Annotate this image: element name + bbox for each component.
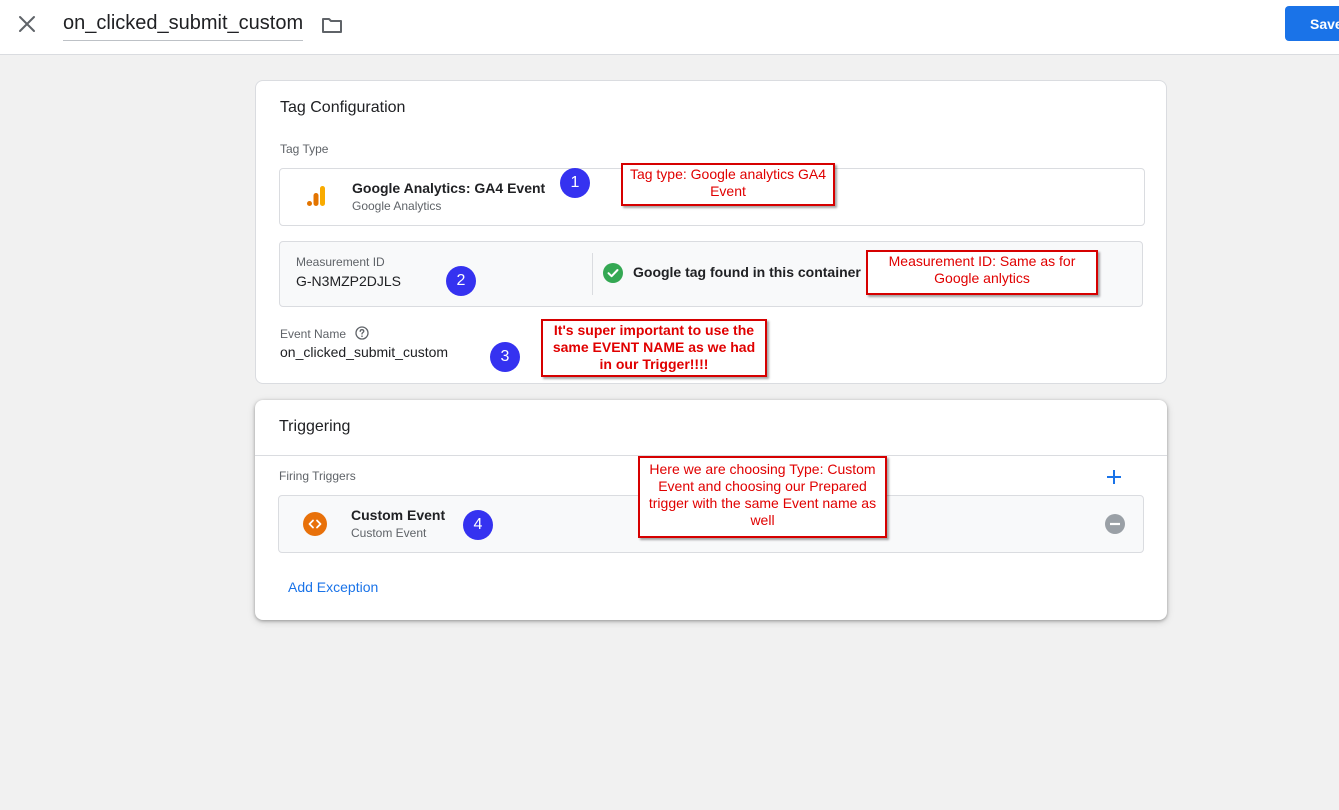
help-icon[interactable] — [355, 326, 369, 340]
minus-circle-icon[interactable] — [1105, 514, 1125, 534]
annotation-measurement-id: Measurement ID: Same as for Google anlyt… — [866, 250, 1098, 295]
folder-button[interactable] — [320, 13, 344, 37]
tag-type-label: Tag Type — [280, 142, 329, 156]
close-icon — [19, 16, 35, 32]
custom-event-icon — [303, 512, 327, 536]
annotation-trigger: Here we are choosing Type: Custom Event … — [638, 456, 887, 538]
add-trigger-button[interactable] — [1104, 467, 1124, 487]
step-badge-4: 4 — [463, 510, 493, 540]
add-exception-link[interactable]: Add Exception — [288, 579, 378, 595]
annotation-event-name: It's super important to use the same EVE… — [541, 319, 767, 377]
annotation-tag-type: Tag type: Google analytics GA4 Event — [621, 163, 835, 206]
top-bar: on_clicked_submit_custom Save — [0, 0, 1339, 55]
trigger-type: Custom Event — [351, 526, 427, 540]
step-badge-1: 1 — [560, 168, 590, 198]
google-tag-status: Google tag found in this container — [633, 264, 861, 280]
tag-type-subtitle: Google Analytics — [352, 199, 442, 213]
step-badge-3: 3 — [490, 342, 520, 372]
save-button[interactable]: Save — [1285, 6, 1339, 41]
tag-type-name: Google Analytics: GA4 Event — [352, 180, 546, 196]
measurement-id-label: Measurement ID — [296, 255, 385, 269]
check-circle-icon — [603, 263, 623, 283]
tag-name-input[interactable]: on_clicked_submit_custom — [63, 12, 304, 41]
measurement-id-value[interactable]: G-N3MZP2DJLS — [296, 273, 401, 289]
event-name-label: Event Name — [280, 327, 347, 341]
event-name-value[interactable]: on_clicked_submit_custom — [280, 344, 448, 360]
triggering-title: Triggering — [279, 418, 351, 435]
close-button[interactable] — [14, 11, 40, 37]
folder-icon — [322, 18, 342, 33]
firing-triggers-label: Firing Triggers — [279, 469, 356, 483]
divider — [592, 253, 593, 295]
step-badge-2: 2 — [446, 266, 476, 296]
google-analytics-icon — [307, 186, 325, 206]
tag-configuration-title: Tag Configuration — [280, 99, 406, 116]
plus-icon — [1107, 470, 1121, 484]
trigger-name: Custom Event — [351, 507, 446, 523]
